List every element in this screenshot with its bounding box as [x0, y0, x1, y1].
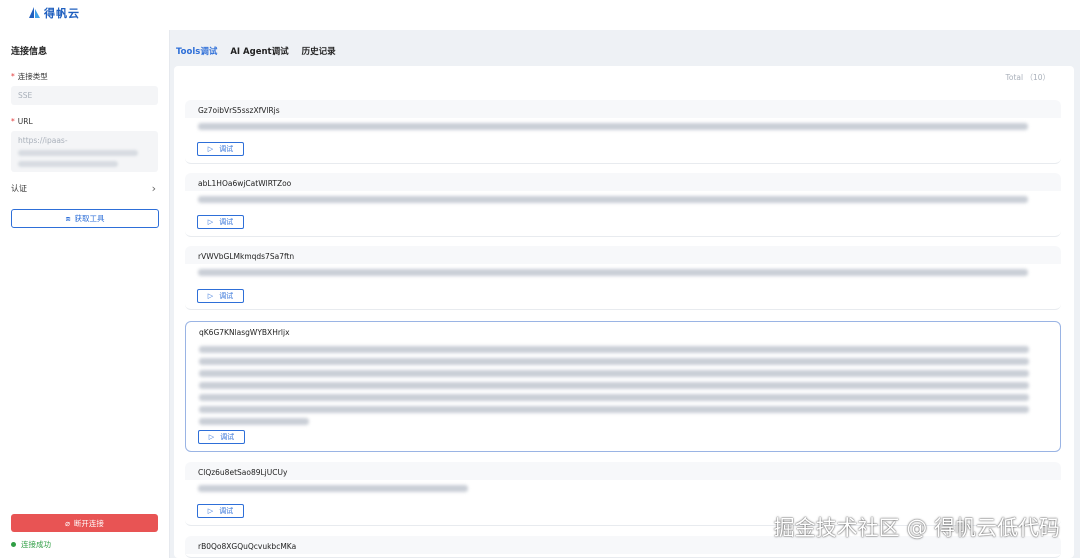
tool-description [198, 191, 1030, 203]
tool-name: rVWVbGLMkmqds7Sa7ftn [198, 252, 295, 261]
redacted-text [18, 150, 138, 156]
tool-card-selected: qK6G7KNlasgWYBXHrljx ▷ 调试 [185, 321, 1061, 452]
debug-label: 调试 [219, 218, 234, 226]
unlink-icon: ⌀ [65, 518, 70, 528]
redacted-text [199, 370, 1029, 377]
tool-name: qK6G7KNlasgWYBXHrljx [199, 328, 290, 337]
sidebar-title: 连接信息 [11, 47, 48, 57]
disconnect-button[interactable]: ⌀ 断开连接 [11, 514, 158, 532]
tool-name: ClQz6u8etSao89LjUCUy [198, 468, 288, 477]
tool-name: rB0Qo8XGQuQcvukbcMKa [198, 542, 297, 551]
status-text: 连接成功 [21, 540, 51, 549]
connection-sidebar: 连接信息 * 连接类型 SSE * URL https://ipaas- 认证 › … [0, 30, 170, 558]
redacted-text [199, 418, 309, 425]
redacted-text [199, 406, 1029, 413]
logo[interactable]: 得帆云 [28, 5, 80, 21]
play-icon: ▷ [207, 507, 214, 515]
tool-name: abL1HOa6wjCatWlRTZoo [198, 179, 292, 188]
play-icon: ▷ [207, 218, 214, 226]
redacted-text [198, 269, 1028, 276]
debug-button[interactable]: ▷ 调试 [197, 504, 244, 518]
debug-label: 调试 [219, 507, 234, 515]
auth-label: 认证 [11, 184, 27, 193]
disconnect-label: 断开连接 [73, 518, 104, 528]
url-value: https://ipaas- [18, 136, 68, 145]
redacted-text [198, 196, 1028, 203]
tool-card: abL1HOa6wjCatWlRTZoo ▷ 调试 [185, 173, 1061, 237]
logo-text: 得帆云 [44, 7, 80, 20]
tool-description [199, 341, 1031, 425]
play-icon: ▷ [208, 433, 215, 441]
tool-card: rVWVbGLMkmqds7Sa7ftn ▷ 调试 [185, 246, 1061, 310]
fetch-tools-label: 获取工具 [74, 214, 105, 223]
tool-description [198, 480, 1030, 492]
tab-history[interactable]: 历史记录 [302, 45, 336, 57]
redacted-text [199, 394, 1029, 401]
url-field[interactable]: https://ipaas- [11, 131, 158, 172]
redacted-text [18, 161, 118, 167]
tab-ai-agent-debug[interactable]: AI Agent调试 [230, 45, 288, 57]
auth-row[interactable]: 认证 › [11, 182, 158, 197]
redacted-text [199, 358, 1029, 365]
tool-description [198, 118, 1030, 130]
tools-panel: Total （10） Gz7oibVrS5sszXfVlRjs ▷ 调试 abL… [174, 66, 1074, 558]
tool-description [198, 264, 1030, 276]
chevron-right-icon: › [151, 182, 156, 195]
conn-type-label: * 连接类型 [11, 72, 48, 81]
debug-button[interactable]: ▷ 调试 [197, 215, 244, 229]
debug-label: 调试 [219, 145, 234, 153]
debug-label: 调试 [219, 292, 234, 300]
sail-logo-icon [29, 7, 40, 18]
play-icon: ▷ [207, 292, 214, 300]
conn-type-value: SSE [18, 91, 33, 100]
url-label: * URL [11, 117, 33, 126]
required-marker: * [11, 117, 15, 126]
fetch-tools-button[interactable]: ⧈ 获取工具 [11, 209, 159, 228]
required-marker: * [11, 72, 15, 81]
top-bar: 得帆云 [0, 0, 1080, 30]
debug-label: 调试 [220, 433, 235, 441]
redacted-text [198, 123, 1028, 130]
tab-bar: Tools调试 AI Agent调试 历史记录 [176, 45, 336, 57]
conn-type-field[interactable]: SSE [11, 86, 158, 105]
debug-button[interactable]: ▷ 调试 [198, 430, 245, 444]
debug-button[interactable]: ▷ 调试 [197, 289, 244, 303]
redacted-text [199, 346, 1029, 353]
tool-card: Gz7oibVrS5sszXfVlRjs ▷ 调试 [185, 100, 1061, 164]
tool-name: Gz7oibVrS5sszXfVlRjs [198, 106, 280, 115]
tab-tools-debug[interactable]: Tools调试 [176, 45, 217, 57]
watermark: 掘金技术社区 @ 得帆云低代码 [773, 516, 1060, 540]
toolbox-icon: ⧈ [65, 213, 71, 223]
play-icon: ▷ [207, 145, 214, 153]
debug-button[interactable]: ▷ 调试 [197, 142, 244, 156]
connection-status: 连接成功 [11, 539, 51, 550]
total-count: Total （10） [1005, 73, 1050, 82]
redacted-text [199, 382, 1029, 389]
status-dot-icon [11, 542, 16, 547]
redacted-text [198, 485, 468, 492]
